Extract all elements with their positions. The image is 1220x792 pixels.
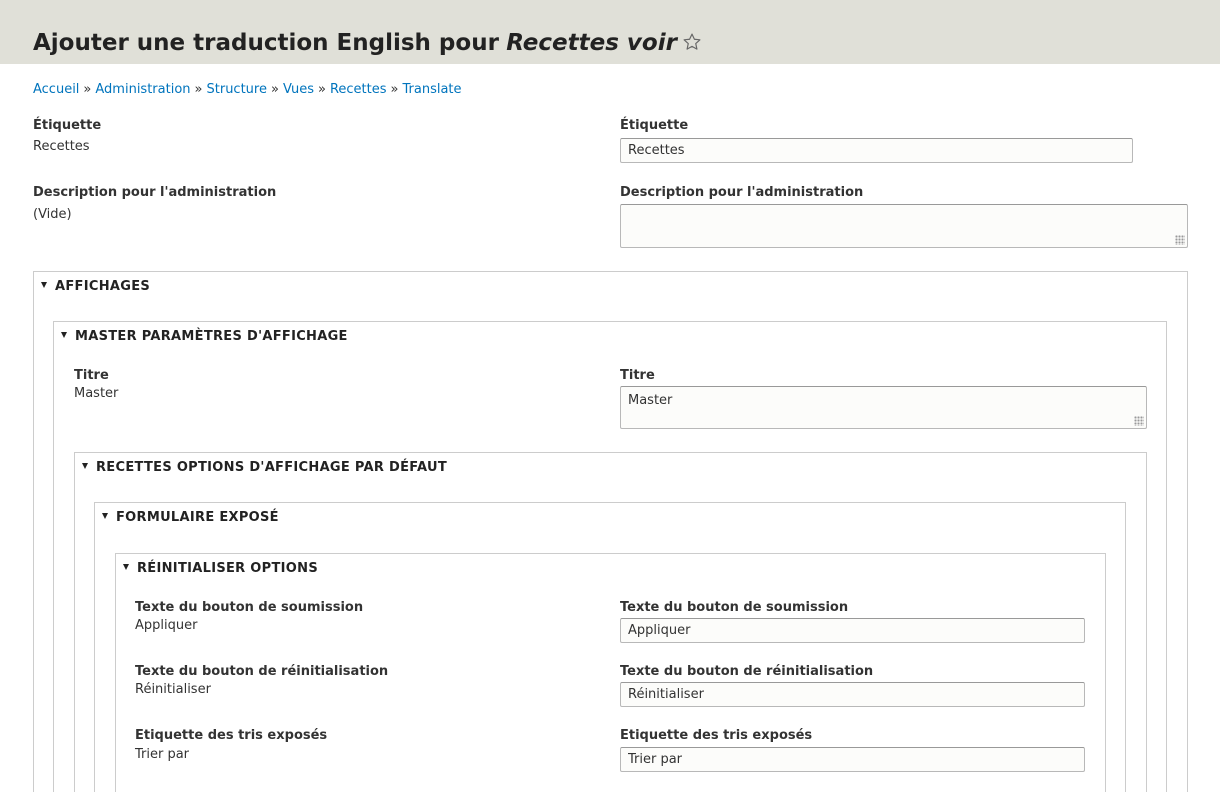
breadcrumb-separator: » (270, 82, 279, 97)
breadcrumb-link-administration[interactable]: Administration (95, 82, 190, 97)
breadcrumb-link-translate[interactable]: Translate (402, 82, 461, 97)
collapse-arrow-icon (123, 564, 129, 570)
breadcrumb-link-structure[interactable]: Structure (207, 82, 267, 97)
translation-label-input[interactable] (620, 138, 1133, 163)
submit-text-source-value: Appliquer (135, 618, 198, 633)
page-title-prefix: Ajouter une traduction English pour (33, 30, 499, 56)
page-title: Ajouter une traduction English pour Rece… (33, 29, 702, 57)
source-label-value: Recettes (33, 139, 90, 154)
breadcrumb-link-recettes[interactable]: Recettes (330, 82, 387, 97)
legend-formulaire-expose[interactable]: FORMULAIRE EXPOSÉ (102, 510, 279, 526)
sort-label-input[interactable] (620, 747, 1085, 772)
page-header: Ajouter une traduction English pour Rece… (0, 0, 1220, 64)
legend-master[interactable]: MASTER PARAMÈTRES D'AFFICHAGE (61, 329, 348, 345)
legend-reinitialiser-options[interactable]: RÉINITIALISER OPTIONS (123, 561, 318, 577)
reset-text-source-value: Réinitialiser (135, 682, 211, 697)
breadcrumb: Accueil» Administration» Structure» Vues» Re… (33, 82, 462, 98)
collapse-arrow-icon (41, 282, 47, 288)
source-description-title: Description pour l'administration (33, 185, 277, 200)
reset-text-translation-label: Texte du bouton de réinitialisation (620, 664, 874, 679)
reset-text-label: Texte du bouton de réinitialisation (135, 664, 389, 679)
breadcrumb-separator: » (390, 82, 399, 97)
submit-text-input[interactable] (620, 618, 1085, 643)
source-label-title: Étiquette (33, 118, 102, 133)
master-title-textarea[interactable]: Master (620, 386, 1147, 429)
sort-label-label: Etiquette des tris exposés (135, 728, 328, 743)
breadcrumb-link-vues[interactable]: Vues (283, 82, 314, 97)
breadcrumb-separator: » (194, 82, 203, 97)
collapse-arrow-icon (102, 513, 108, 519)
breadcrumb-separator: » (317, 82, 326, 97)
breadcrumb-separator: » (83, 82, 92, 97)
submit-text-translation-label: Texte du bouton de soumission (620, 600, 849, 615)
master-title-translation-label: Titre (620, 368, 655, 383)
page-title-view-name: Recettes voir (506, 30, 677, 56)
translation-description-title: Description pour l'administration (620, 185, 864, 200)
source-description-value: (Vide) (33, 207, 72, 222)
translation-label-title: Étiquette (620, 118, 689, 133)
sort-label-source-value: Trier par (135, 747, 190, 762)
breadcrumb-link-accueil[interactable]: Accueil (33, 82, 79, 97)
sort-label-translation-label: Etiquette des tris exposés (620, 728, 813, 743)
collapse-arrow-icon (61, 332, 67, 338)
master-title-label: Titre (74, 368, 109, 383)
submit-text-label: Texte du bouton de soumission (135, 600, 364, 615)
reset-text-input[interactable] (620, 682, 1085, 707)
star-icon[interactable] (682, 32, 702, 52)
master-title-source-value: Master (74, 386, 119, 401)
legend-recettes-options[interactable]: RECETTES OPTIONS D'AFFICHAGE PAR DÉFAUT (82, 460, 447, 476)
resize-grip-icon[interactable] (1175, 235, 1185, 245)
collapse-arrow-icon (82, 463, 88, 469)
resize-grip-icon[interactable] (1134, 416, 1144, 426)
legend-affichages[interactable]: AFFICHAGES (41, 279, 150, 295)
translation-description-textarea[interactable] (620, 204, 1188, 248)
